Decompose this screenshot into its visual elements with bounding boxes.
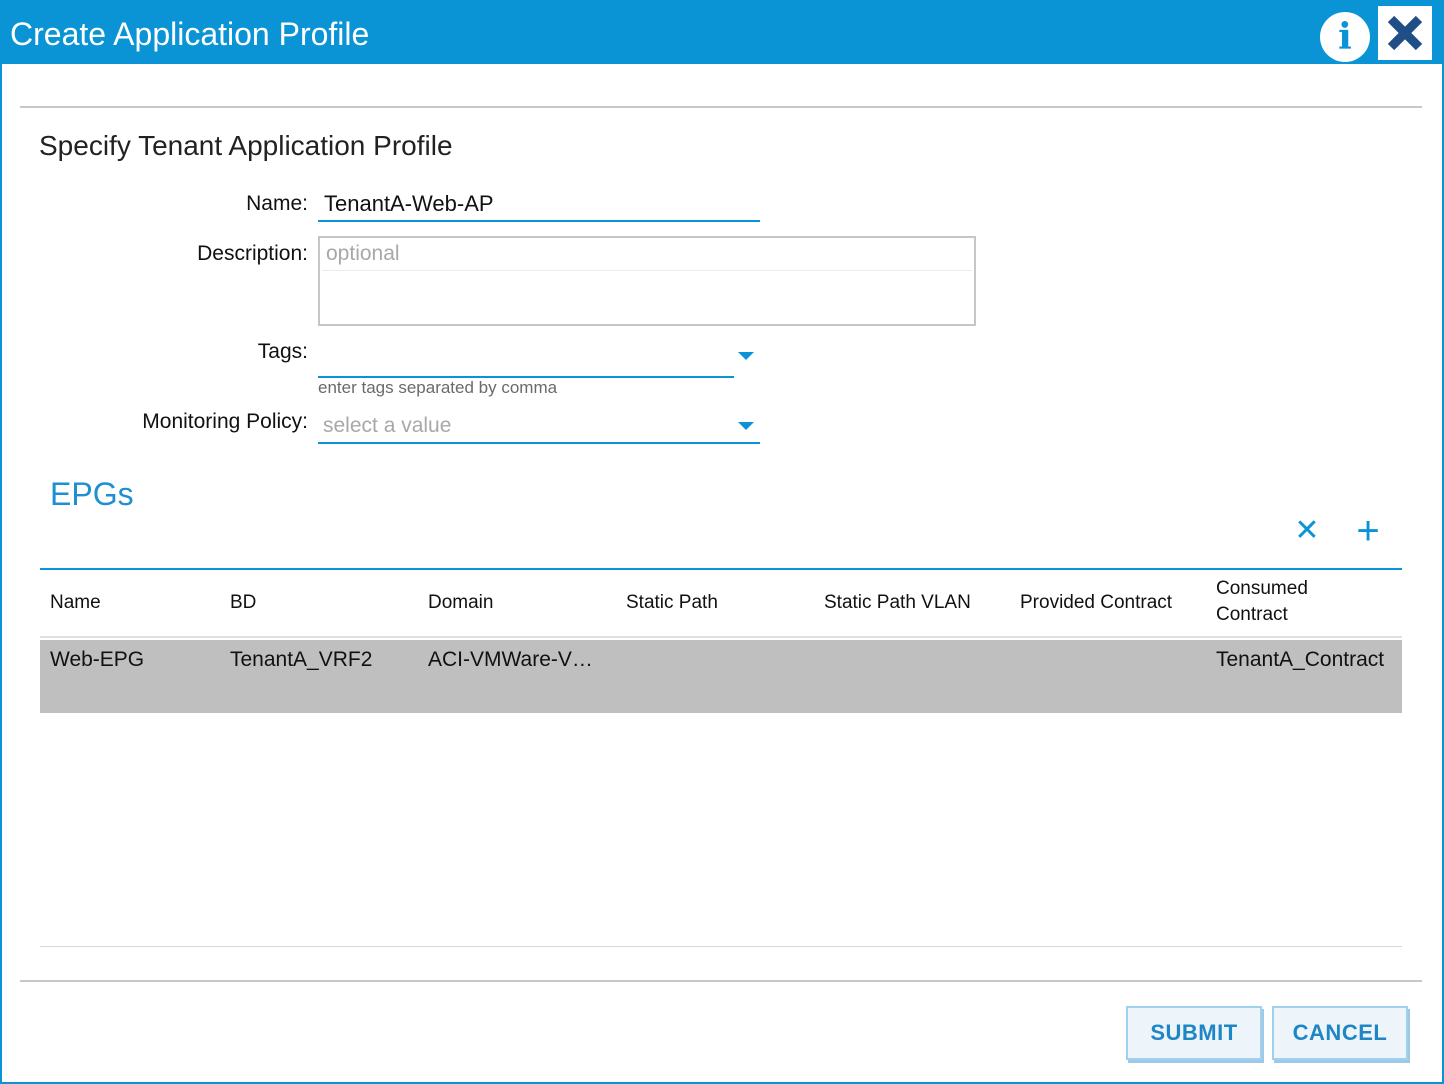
cell-domain: ACI-VMWare-V… — [428, 648, 593, 671]
column-header-consumed-contract[interactable]: Consumed Contract — [1216, 576, 1336, 628]
monitoring-policy-placeholder: select a value — [323, 414, 452, 437]
column-header-bd[interactable]: BD — [230, 590, 256, 616]
cell-consumed-contract: TenantA_Contract — [1216, 648, 1385, 671]
top-divider — [20, 106, 1422, 108]
table-header-divider — [40, 636, 1402, 638]
description-input[interactable] — [320, 238, 974, 324]
name-input[interactable] — [318, 188, 760, 222]
tags-hint: enter tags separated by comma — [318, 378, 558, 397]
column-header-name[interactable]: Name — [50, 590, 101, 616]
description-field — [318, 236, 976, 326]
table-bottom-divider — [40, 946, 1402, 947]
column-header-domain[interactable]: Domain — [428, 590, 493, 616]
chevron-down-icon[interactable] — [738, 422, 754, 430]
dialog-titlebar: Create Application Profile i — [2, 2, 1442, 64]
epgs-table: Name BD Domain Static Path Static Path V… — [40, 568, 1402, 713]
dialog-title: Create Application Profile — [10, 16, 370, 52]
submit-button[interactable]: SUBMIT — [1126, 1006, 1262, 1060]
name-label: Name: — [246, 192, 308, 215]
description-label: Description: — [197, 242, 308, 265]
cell-name: Web-EPG — [50, 648, 145, 671]
info-icon[interactable]: i — [1320, 12, 1370, 62]
cell-bd: TenantA_VRF2 — [230, 648, 373, 671]
tags-label: Tags: — [257, 340, 308, 363]
tags-dropdown-chevron-down-icon[interactable] — [738, 352, 754, 360]
column-header-static-path-vlan[interactable]: Static Path VLAN — [824, 590, 971, 616]
tags-input[interactable] — [318, 340, 734, 378]
add-epg-icon[interactable]: + — [1351, 511, 1385, 551]
epgs-title: EPGs — [50, 476, 134, 512]
table-row[interactable]: Web-EPG TenantA_VRF2 ACI-VMWare-V… Tenan… — [40, 640, 1402, 713]
delete-epg-icon[interactable]: ✕ — [1290, 514, 1324, 548]
close-icon[interactable] — [1378, 6, 1432, 60]
column-header-static-path[interactable]: Static Path — [626, 590, 718, 616]
description-inner-divider — [322, 270, 972, 271]
cancel-button[interactable]: CANCEL — [1272, 1006, 1408, 1060]
section-title: Specify Tenant Application Profile — [39, 130, 453, 161]
monitoring-policy-label: Monitoring Policy: — [142, 410, 308, 433]
column-header-provided-contract[interactable]: Provided Contract — [1020, 590, 1172, 616]
monitoring-policy-select[interactable]: select a value — [318, 408, 760, 444]
create-application-profile-dialog: Create Application Profile i Specify Ten… — [0, 0, 1444, 1084]
footer-divider — [20, 980, 1422, 982]
